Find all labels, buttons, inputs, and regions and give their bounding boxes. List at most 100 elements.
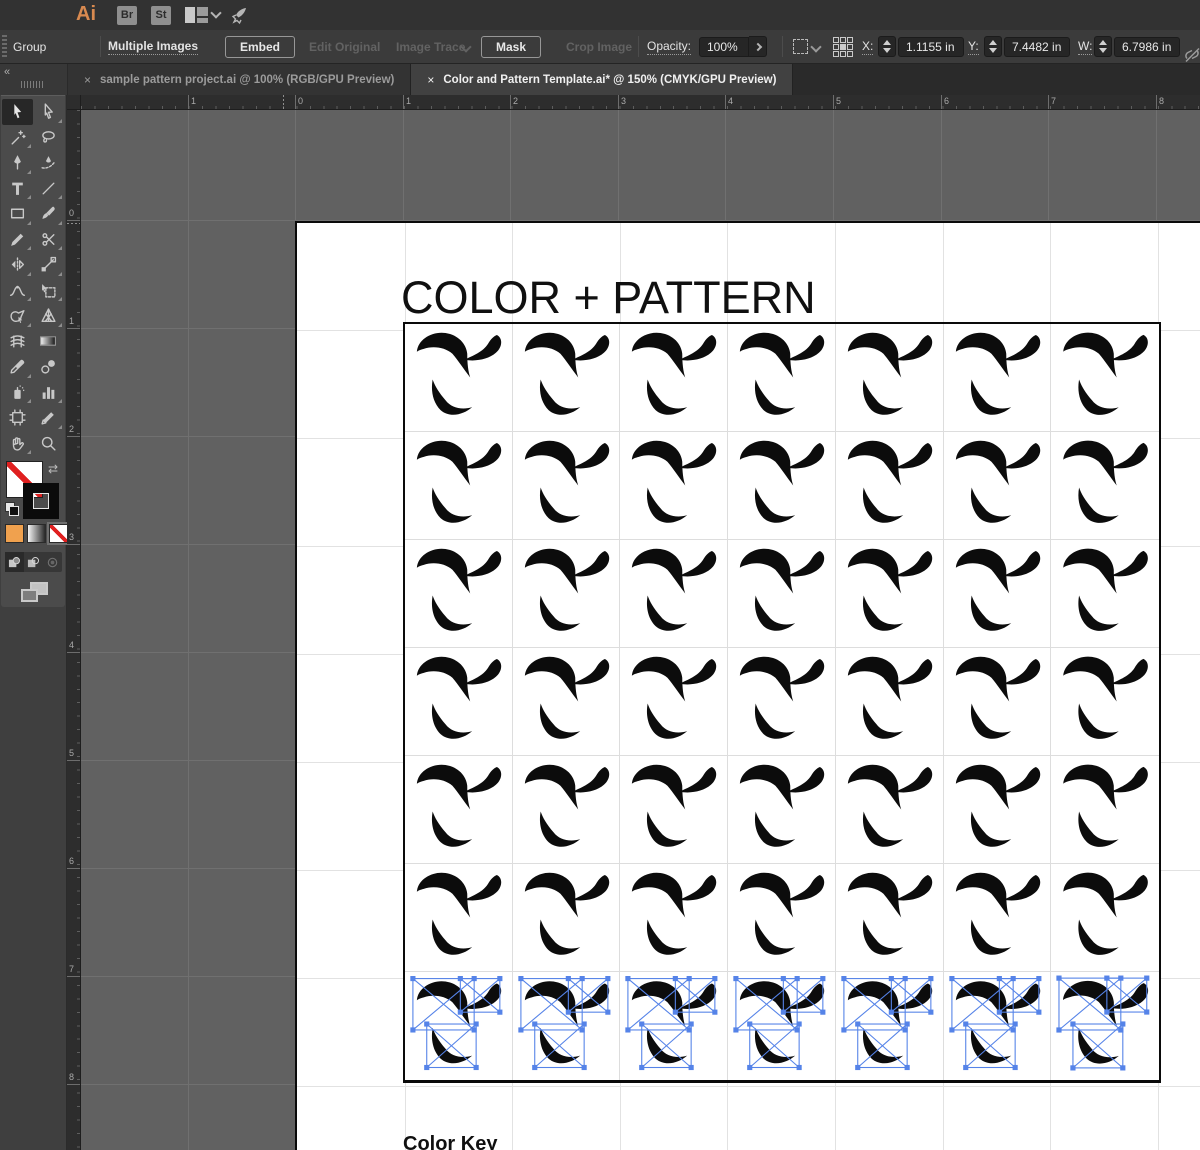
- curvature-tool[interactable]: [33, 150, 64, 176]
- pattern-motif[interactable]: [835, 648, 944, 756]
- pattern-motif[interactable]: [728, 432, 836, 540]
- width-tool[interactable]: [2, 278, 33, 304]
- collapse-dock-icon[interactable]: «: [4, 66, 10, 78]
- pattern-motif[interactable]: [405, 324, 513, 432]
- pattern-motif-selected[interactable]: [513, 972, 621, 1080]
- pattern-motif[interactable]: [512, 864, 621, 972]
- pattern-motif[interactable]: [405, 756, 513, 864]
- pattern-motif[interactable]: [1051, 756, 1159, 864]
- pattern-motif[interactable]: [835, 432, 944, 540]
- pattern-motif-selected[interactable]: [836, 972, 944, 1080]
- zoom-tool[interactable]: [33, 431, 64, 457]
- stock-button[interactable]: St: [151, 6, 171, 25]
- direct-selection-tool[interactable]: [33, 99, 64, 125]
- horizontal-ruler[interactable]: 1 0 1 2 3 4 5 6 7 8: [81, 95, 1200, 110]
- mask-button[interactable]: Mask: [481, 35, 542, 58]
- reflect-tool[interactable]: [2, 252, 33, 278]
- pattern-motif[interactable]: [620, 756, 729, 864]
- pattern-motif[interactable]: [405, 432, 513, 540]
- pattern-grid-frame[interactable]: [403, 322, 1161, 1083]
- pattern-motif[interactable]: [512, 324, 621, 432]
- color-key-text[interactable]: Color Key: [403, 1133, 497, 1150]
- default-fill-stroke-icon[interactable]: [5, 502, 20, 517]
- pattern-motif[interactable]: [1051, 648, 1159, 756]
- y-stepper[interactable]: [984, 36, 1002, 57]
- line-segment-tool[interactable]: [33, 176, 64, 202]
- scale-tool[interactable]: [33, 252, 64, 278]
- x-input[interactable]: 1.1155 in: [898, 36, 964, 57]
- pattern-motif[interactable]: [512, 648, 621, 756]
- document-tab[interactable]: × sample pattern project.ai @ 100% (RGB/G…: [68, 64, 412, 95]
- magic-wand-tool[interactable]: [2, 125, 33, 151]
- vertical-ruler[interactable]: 0 1 2 3 4 5 6 7 8: [67, 110, 81, 1150]
- pattern-motif[interactable]: [835, 756, 944, 864]
- hand-tool[interactable]: [2, 431, 33, 457]
- pattern-motif[interactable]: [835, 324, 944, 432]
- pattern-motif[interactable]: [620, 864, 729, 972]
- pattern-motif[interactable]: [1051, 540, 1159, 648]
- pattern-motif-selected[interactable]: [944, 972, 1052, 1080]
- chevron-down-icon[interactable]: [210, 7, 222, 19]
- pattern-motif[interactable]: [620, 540, 729, 648]
- y-input[interactable]: 7.4482 in: [1004, 36, 1070, 57]
- artboard-tool[interactable]: [2, 405, 33, 431]
- pattern-motif[interactable]: [835, 540, 944, 648]
- pattern-motif[interactable]: [405, 648, 513, 756]
- rectangle-tool[interactable]: [2, 201, 33, 227]
- pattern-motif[interactable]: [1051, 324, 1159, 432]
- w-stepper[interactable]: [1094, 36, 1112, 57]
- eyedropper-tool[interactable]: [2, 354, 33, 380]
- pattern-motif[interactable]: [728, 648, 836, 756]
- opacity-slider-arrow[interactable]: [749, 36, 767, 57]
- pattern-motif-selected[interactable]: [1051, 972, 1159, 1080]
- embed-button[interactable]: Embed: [225, 35, 296, 58]
- bridge-button[interactable]: Br: [117, 6, 137, 25]
- opacity-input[interactable]: 100%: [699, 36, 749, 57]
- artboard[interactable]: COLOR + PATTERN Color Key: [295, 221, 1200, 1150]
- pattern-motif[interactable]: [728, 864, 836, 972]
- pattern-motif[interactable]: [405, 864, 513, 972]
- pattern-motif[interactable]: [620, 432, 729, 540]
- pattern-motif[interactable]: [512, 432, 621, 540]
- pattern-motif[interactable]: [620, 648, 729, 756]
- slice-tool[interactable]: [33, 405, 64, 431]
- close-tab-icon[interactable]: ×: [84, 73, 91, 87]
- pattern-motif[interactable]: [943, 756, 1052, 864]
- gpu-performance-rocket-icon[interactable]: [229, 4, 251, 26]
- artboard-title-text[interactable]: COLOR + PATTERN: [401, 272, 816, 324]
- close-tab-icon[interactable]: ×: [427, 73, 434, 87]
- pattern-motif[interactable]: [728, 324, 836, 432]
- control-bar-grip[interactable]: [2, 35, 7, 59]
- paintbrush-tool[interactable]: [33, 201, 64, 227]
- draw-behind-mode-button[interactable]: [24, 552, 43, 572]
- pattern-motif[interactable]: [728, 756, 836, 864]
- bounding-box-chevron-icon[interactable]: [810, 40, 822, 53]
- swap-fill-stroke-icon[interactable]: ⇄: [48, 462, 58, 476]
- workspace-switcher-icon[interactable]: [185, 7, 208, 23]
- lasso-tool[interactable]: [33, 125, 64, 151]
- draw-inside-mode-button[interactable]: [43, 552, 62, 572]
- stroke-color-indicator-black[interactable]: [23, 483, 59, 519]
- pattern-motif[interactable]: [943, 540, 1052, 648]
- pattern-motif[interactable]: [512, 756, 621, 864]
- pattern-motif[interactable]: [943, 324, 1052, 432]
- pattern-motif[interactable]: [405, 540, 513, 648]
- opacity-label[interactable]: Opacity:: [647, 39, 692, 55]
- reference-point-locator[interactable]: [833, 30, 853, 63]
- bounding-box-icon[interactable]: [793, 30, 808, 63]
- symbol-sprayer-tool[interactable]: [2, 380, 33, 406]
- x-stepper[interactable]: [878, 36, 896, 57]
- pattern-motif[interactable]: [1051, 432, 1159, 540]
- pattern-motif-selected[interactable]: [405, 972, 513, 1080]
- ruler-corner[interactable]: [67, 95, 81, 110]
- pencil-tool[interactable]: [2, 227, 33, 253]
- color-swatch-button[interactable]: [5, 524, 24, 543]
- pattern-motif[interactable]: [835, 864, 944, 972]
- pattern-motif[interactable]: [1051, 864, 1159, 972]
- pattern-motif[interactable]: [620, 324, 729, 432]
- dock-grip-dots[interactable]: [21, 81, 45, 88]
- change-screen-mode-button[interactable]: [21, 582, 49, 603]
- shape-builder-tool[interactable]: [2, 303, 33, 329]
- pattern-motif[interactable]: [943, 864, 1052, 972]
- type-tool[interactable]: [2, 176, 33, 202]
